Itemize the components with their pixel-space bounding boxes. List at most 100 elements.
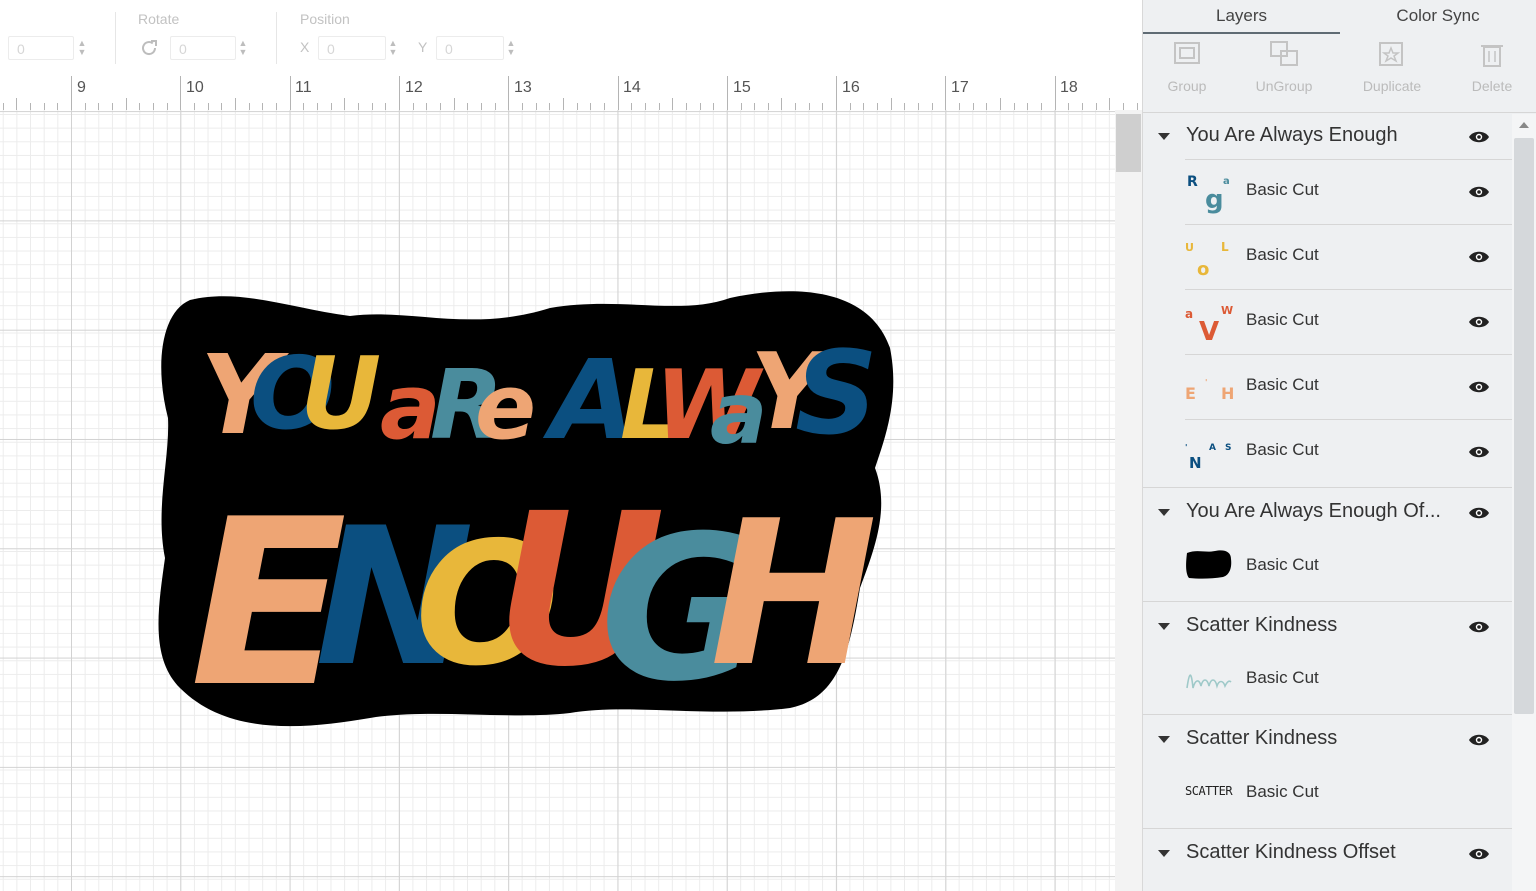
layer-label: Basic Cut	[1246, 310, 1319, 329]
ruler-tick	[180, 76, 182, 110]
ruler-tick	[549, 103, 551, 110]
rotate-icon[interactable]	[138, 37, 160, 59]
ruler-tick	[685, 103, 687, 110]
eye-icon[interactable]	[1468, 733, 1490, 747]
ruler-tick	[235, 98, 236, 110]
ruler-number: 13	[514, 79, 532, 96]
ungroup-icon	[1270, 41, 1298, 66]
chevron-down-icon[interactable]	[1158, 850, 1170, 857]
ruler-number: 11	[295, 79, 312, 96]
ruler-tick	[808, 103, 810, 110]
eye-icon[interactable]	[1468, 315, 1490, 329]
layer-group-header[interactable]: Scatter Kindness	[1143, 715, 1513, 761]
duplicate-icon	[1379, 42, 1403, 66]
panel-scroll-thumb[interactable]	[1514, 138, 1534, 714]
ruler-tick	[986, 103, 988, 110]
layer-thumbnail: a V W	[1185, 304, 1233, 346]
layer-row[interactable]: a V W Basic Cut	[1143, 290, 1513, 354]
layer-row[interactable]: U o L Basic Cut	[1143, 225, 1513, 289]
rotate-input[interactable]: 0	[170, 36, 236, 60]
ruler-tick	[754, 103, 756, 110]
ruler-tick	[1013, 103, 1015, 110]
svg-text:o: o	[1197, 259, 1209, 280]
y-stepper[interactable]: ▲ ▼	[506, 39, 516, 57]
ruler-tick	[576, 103, 578, 110]
eye-icon[interactable]	[1468, 250, 1490, 264]
ruler-tick	[344, 98, 346, 110]
ruler-tick	[194, 103, 195, 110]
ruler-number: 18	[1060, 79, 1078, 96]
ruler-number: 9	[77, 79, 86, 96]
ruler-tick	[1027, 103, 1029, 110]
eye-icon[interactable]	[1468, 130, 1490, 144]
layer-row[interactable]: Basic Cut	[1143, 535, 1513, 599]
design-letter: U	[300, 335, 381, 452]
layer-group-header[interactable]: Scatter Kindness	[1143, 602, 1513, 648]
eye-icon[interactable]	[1468, 847, 1490, 861]
ruler-tick	[1068, 103, 1070, 110]
chevron-down-icon[interactable]	[1158, 509, 1170, 516]
svg-text:a: a	[1185, 307, 1193, 321]
svg-text:A: A	[1209, 443, 1216, 453]
trash-icon	[1481, 45, 1503, 67]
ruler-tick	[1136, 103, 1138, 110]
layer-row[interactable]: SCATTER Basic Cut	[1143, 762, 1513, 826]
ruler-tick	[740, 103, 742, 110]
x-input[interactable]: 0	[318, 36, 386, 60]
ruler-tick	[877, 103, 879, 110]
eye-icon[interactable]	[1468, 445, 1490, 459]
canvas-scrollbar[interactable]	[1115, 110, 1142, 891]
chevron-down-icon[interactable]	[1158, 736, 1170, 743]
ruler-tick	[125, 98, 127, 110]
layer-group-header[interactable]: Scatter Kindness Offset	[1143, 829, 1513, 875]
layer-thumbnail: U o L	[1185, 240, 1229, 280]
design-letter: e	[475, 355, 536, 460]
layer-group-header[interactable]: You Are Always Enough Of...	[1143, 488, 1513, 534]
ruler-tick	[43, 103, 45, 110]
layer-row[interactable]: R g a Basic Cut	[1143, 160, 1513, 224]
ruler-tick	[357, 103, 359, 110]
tab-color-sync[interactable]: Color Sync	[1340, 0, 1536, 34]
ruler-tick	[248, 103, 250, 110]
ruler-tick	[316, 103, 318, 110]
ruler-tick	[781, 98, 783, 110]
canvas-scroll-thumb[interactable]	[1116, 114, 1141, 172]
eye-icon[interactable]	[1468, 620, 1490, 634]
size-stepper[interactable]: ▲ ▼	[77, 39, 87, 57]
ruler-tick	[521, 103, 523, 110]
duplicate-button[interactable]: Duplicate	[1352, 40, 1432, 94]
rotate-stepper[interactable]: ▲ ▼	[238, 39, 248, 57]
ruler-tick	[330, 103, 332, 110]
sticker-design[interactable]: Y O U a R e A L W a Y S E N O U G H	[150, 288, 895, 733]
ruler-tick	[467, 103, 469, 110]
layer-row[interactable]: ' N A S Basic Cut	[1143, 420, 1513, 487]
svg-text:U: U	[1185, 241, 1194, 254]
design-letter: S	[795, 327, 878, 461]
eye-icon[interactable]	[1468, 506, 1490, 520]
svg-text:L: L	[1221, 240, 1229, 254]
size-input[interactable]: 0	[8, 36, 74, 60]
group-button[interactable]: Group	[1147, 40, 1227, 94]
layer-group-header[interactable]: You Are Always Enough	[1143, 113, 1513, 159]
tab-layers[interactable]: Layers	[1143, 0, 1340, 34]
scroll-up-arrow-icon[interactable]	[1519, 122, 1529, 128]
ruler-tick	[385, 103, 387, 110]
x-stepper[interactable]: ▲ ▼	[388, 39, 398, 57]
chevron-down-icon[interactable]	[1158, 133, 1170, 140]
eye-icon[interactable]	[1468, 380, 1490, 394]
chevron-down-icon[interactable]	[1158, 623, 1170, 630]
ruler-tick	[221, 103, 223, 110]
layer-row[interactable]: Basic Cut	[1143, 648, 1513, 712]
layer-row[interactable]: E ' H Basic Cut	[1143, 355, 1513, 419]
ruler-tick	[672, 98, 674, 110]
delete-button[interactable]: Delete	[1452, 40, 1532, 94]
eye-icon[interactable]	[1468, 185, 1490, 199]
ungroup-button[interactable]: UnGroup	[1244, 40, 1324, 94]
y-value: 0	[445, 41, 453, 57]
ruler-tick	[1082, 103, 1083, 110]
y-input[interactable]: 0	[436, 36, 504, 60]
ruler-tick	[603, 103, 605, 110]
svg-text:': '	[1205, 378, 1207, 387]
toolbar: 0 ▲ ▼ Rotate 0 ▲ ▼ Position X 0 ▲ ▼ Y 0 ▲ ▼	[0, 0, 1142, 77]
ruler-tick	[439, 103, 441, 110]
